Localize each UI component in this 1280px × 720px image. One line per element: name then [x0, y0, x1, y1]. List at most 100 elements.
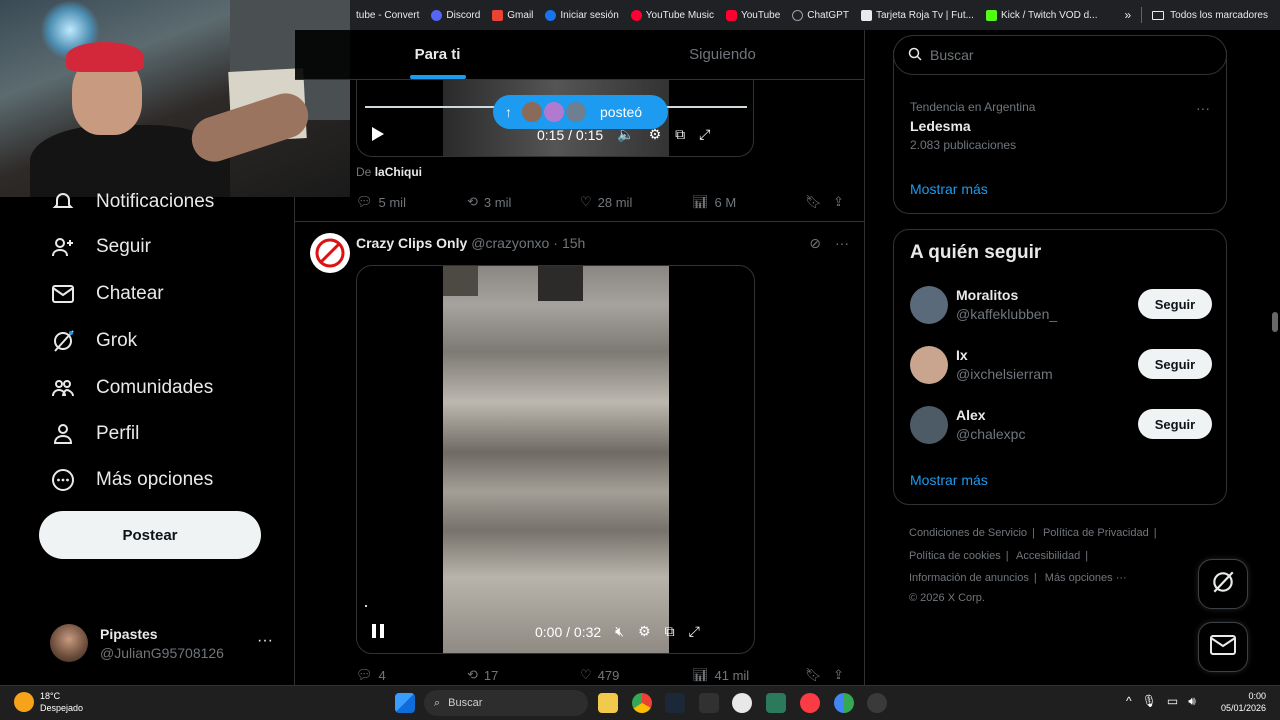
share-button[interactable]: ⇪ — [833, 667, 844, 683]
follow-button[interactable]: Seguir — [1138, 349, 1212, 379]
bookmark-youtube[interactable]: YouTube — [720, 0, 786, 30]
follow-button[interactable]: Seguir — [1138, 409, 1212, 439]
new-posts-pill[interactable]: ↑ posteó — [493, 95, 668, 129]
repost-button[interactable]: ⟲ 3 mil — [467, 194, 511, 210]
bookmark-login[interactable]: Iniciar sesión — [539, 0, 624, 30]
taskbar-search[interactable]: ⌕ Buscar — [424, 690, 588, 716]
bookmarks-overflow-button[interactable]: » — [1114, 8, 1141, 22]
obs-icon[interactable] — [867, 693, 887, 713]
app-icon[interactable] — [732, 693, 752, 713]
trend-name[interactable]: Ledesma — [910, 118, 971, 134]
pause-icon[interactable] — [371, 623, 385, 642]
footer-link-cookies[interactable]: Política de cookies — [909, 550, 1001, 562]
steam-icon[interactable] — [665, 693, 685, 713]
chrome-icon[interactable] — [632, 693, 652, 713]
pip-icon[interactable]: ⧉ — [675, 126, 685, 143]
scrollbar-thumb[interactable] — [1272, 312, 1278, 332]
follow-button[interactable]: Seguir — [1138, 289, 1212, 319]
nav-item-notifications[interactable]: Notificaciones — [50, 189, 214, 215]
views-button[interactable]: 📊︎ 6 M — [692, 194, 736, 210]
kick-icon — [985, 9, 997, 21]
video-progress-bar[interactable] — [365, 605, 367, 607]
nav-item-more[interactable]: Más opciones — [50, 467, 213, 493]
like-button[interactable]: ♡ 479 — [580, 667, 619, 683]
account-switcher[interactable]: Pipastes @JulianG95708126 ··· — [50, 624, 285, 664]
nav-item-profile[interactable]: Perfil — [50, 421, 139, 447]
network-icon[interactable]: ▭ — [1167, 694, 1178, 709]
repost-button[interactable]: ⟲ 17 — [467, 667, 498, 683]
clock[interactable]: 0:00 05/01/2026 — [1221, 690, 1266, 714]
weather-widget[interactable]: 18°C Despejado — [14, 690, 83, 714]
search-icon — [908, 47, 922, 64]
account-name: Pipastes — [100, 626, 158, 642]
tweet-author-name[interactable]: Crazy Clips Only — [356, 235, 467, 251]
fullscreen-icon[interactable]: ⤢ — [689, 623, 700, 640]
reply-button[interactable]: 💬︎ 5 mil — [356, 194, 406, 210]
bookmark-kick[interactable]: Kick / Twitch VOD d... — [980, 0, 1104, 30]
tweet-actions-2: 💬︎ 4 ⟲ 17 ♡ 479 📊︎ 41 mil 🔖︎ ⇪ — [356, 667, 856, 685]
windows-start-icon[interactable] — [395, 693, 415, 713]
system-tray: ^ 🎙︎ ▭ 🔊︎ — [1126, 694, 1196, 709]
footer-link-terms[interactable]: Condiciones de Servicio — [909, 527, 1027, 539]
follow-suggestion[interactable]: Moralitos @kaffeklubben_ Seguir — [910, 286, 1212, 328]
trend-more-icon[interactable]: ··· — [1196, 100, 1210, 116]
nav-item-grok[interactable]: Grok — [50, 328, 137, 354]
speaker-icon[interactable]: 🔊︎ — [1188, 694, 1196, 709]
more-icon[interactable]: ··· — [835, 235, 849, 252]
reply-button[interactable]: 💬︎ 4 — [356, 667, 386, 683]
footer-link-privacy[interactable]: Política de Privacidad — [1043, 527, 1149, 539]
music-icon[interactable] — [800, 693, 820, 713]
like-button[interactable]: ♡ 28 mil — [580, 194, 632, 210]
avatar[interactable] — [310, 233, 350, 273]
tweet-timestamp[interactable]: 15h — [562, 235, 585, 251]
nav-item-communities[interactable]: Comunidades — [50, 375, 213, 401]
share-button[interactable]: ⇪ — [833, 194, 844, 210]
search-input[interactable]: Buscar — [893, 35, 1227, 75]
bookmark-button[interactable]: 🔖︎ — [805, 667, 822, 683]
views-button[interactable]: 📊︎ 41 mil — [692, 667, 749, 683]
trends-show-more[interactable]: Mostrar más — [910, 181, 988, 197]
footer-link-accessibility[interactable]: Accesibilidad — [1016, 550, 1080, 562]
nav-item-chat[interactable]: Chatear — [50, 281, 164, 307]
bookmark-tarjeta-roja[interactable]: Tarjeta Roja Tv | Fut... — [855, 0, 980, 30]
grok-icon — [1210, 569, 1236, 600]
microphone-icon[interactable]: 🎙︎ — [1142, 694, 1157, 709]
fullscreen-icon[interactable]: ⤢ — [699, 126, 710, 143]
pip-icon[interactable]: ⧉ — [665, 623, 675, 640]
who-to-follow-show-more[interactable]: Mostrar más — [910, 472, 988, 488]
all-bookmarks-button[interactable]: Todos los marcadores — [1142, 10, 1280, 21]
app-icon[interactable] — [766, 693, 786, 713]
page-scrollbar[interactable] — [1270, 30, 1280, 685]
follow-suggestion[interactable]: Ix @ixchelsierram Seguir — [910, 346, 1212, 388]
settings-icon[interactable]: ⚙ — [638, 623, 651, 640]
messages-fab-button[interactable] — [1198, 622, 1248, 672]
bookmark-chatgpt[interactable]: ChatGPT — [786, 0, 855, 30]
chevron-up-icon[interactable]: ^ — [1126, 694, 1132, 709]
grok-icon[interactable]: ⊘ — [809, 235, 821, 252]
bookmark-button[interactable]: 🔖︎ — [805, 194, 822, 210]
bookmark-youtube-music[interactable]: YouTube Music — [625, 0, 720, 30]
bookmark-discord[interactable]: Discord — [425, 0, 486, 30]
follow-suggestion[interactable]: Alex @chalexpc Seguir — [910, 406, 1212, 448]
tweet-author-handle[interactable]: @crazyonxo — [471, 235, 549, 251]
epic-games-icon[interactable] — [699, 693, 719, 713]
bookmark-convert[interactable]: tube - Convert — [350, 0, 425, 30]
video-source-link[interactable]: laChiqui — [375, 165, 422, 179]
envelope-icon — [1209, 633, 1237, 662]
tab-following[interactable]: Siguiendo — [580, 30, 864, 79]
play-icon[interactable] — [371, 126, 385, 145]
footer-link-more[interactable]: Más opciones ··· — [1045, 572, 1127, 584]
video-player-2[interactable]: 0:00 / 0:32 🔇︎ ⚙ ⧉ ⤢ — [356, 265, 755, 654]
chrome-profile-icon[interactable] — [834, 693, 854, 713]
nav-item-follow[interactable]: Seguir — [50, 234, 151, 260]
footer-link-ads[interactable]: Información de anuncios — [909, 572, 1029, 584]
tab-for-you[interactable]: Para ti — [295, 30, 580, 79]
sun-icon — [14, 692, 34, 712]
mute-icon[interactable]: 🔇︎ — [615, 623, 624, 640]
bookmark-gmail[interactable]: Gmail — [486, 0, 539, 30]
post-button[interactable]: Postear — [39, 511, 261, 559]
heart-icon: ♡ — [580, 667, 592, 682]
clock-date: 05/01/2026 — [1220, 703, 1266, 713]
file-explorer-icon[interactable] — [598, 693, 618, 713]
grok-fab-button[interactable] — [1198, 559, 1248, 609]
